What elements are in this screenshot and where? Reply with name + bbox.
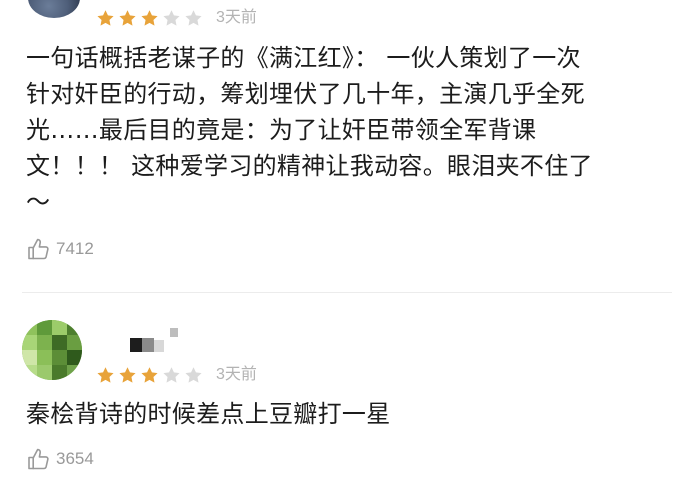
rating-stars: 3天前 [96,8,257,28]
star-icon [96,9,115,27]
comment-line: 文！！！ 这种爱学习的精神让我动容。眼泪夹不住了 [26,152,593,180]
star-icon [118,366,137,384]
comment-line: ～ [26,188,51,216]
comment-line: 一句话概括老谋子的《满江红》： 一伙人策划了一次 [26,44,581,72]
like-count: 3654 [56,449,94,468]
star-icon [140,366,159,384]
thumbs-up-icon [26,446,52,472]
review-item: 3天前 秦桧背诗的时候差点上豆瓣打一星 3654 [0,293,700,488]
star-icon [184,9,203,27]
review-comment: 秦桧背诗的时候差点上豆瓣打一星 [26,396,676,432]
thumbs-up-icon [26,236,52,262]
star-icon [162,366,181,384]
like-button[interactable]: 7412 [26,236,94,262]
comment-line: 光……最后目的竟是：为了让奸臣带领全军背课 [26,116,537,144]
rating-stars: 3天前 [96,365,257,385]
review-time: 3天前 [216,9,257,26]
star-icon [96,366,115,384]
like-count: 7412 [56,239,94,258]
avatar[interactable] [28,0,80,18]
star-icon [184,366,203,384]
comment-line: 秦桧背诗的时候差点上豆瓣打一星 [26,400,391,428]
review-comment: 一句话概括老谋子的《满江红》： 一伙人策划了一次 针对奸臣的行动，筹划埋伏了几十… [26,40,676,220]
comment-line: 针对奸臣的行动，筹划埋伏了几十年，主演几乎全死 [26,80,585,108]
like-button[interactable]: 3654 [26,446,94,472]
star-icon [140,9,159,27]
avatar[interactable] [22,320,82,380]
star-icon [118,9,137,27]
star-icon [162,9,181,27]
blurred-username [130,328,182,356]
review-time: 3天前 [216,366,257,383]
review-item: 3天前 一句话概括老谋子的《满江红》： 一伙人策划了一次 针对奸臣的行动，筹划埋… [0,0,700,292]
